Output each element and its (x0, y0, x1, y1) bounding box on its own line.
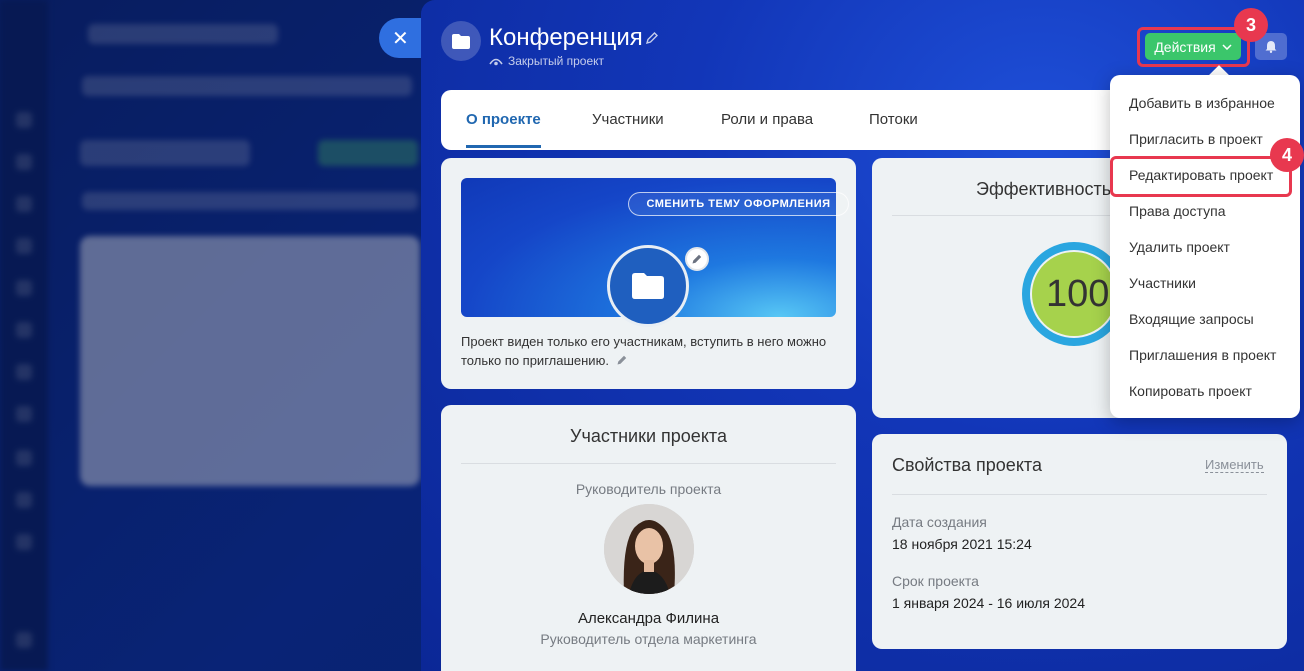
about-card: СМЕНИТЬ ТЕМУ ОФОРМЛЕНИЯ Проект виден тол… (441, 158, 856, 389)
project-cover: СМЕНИТЬ ТЕМУ ОФОРМЛЕНИЯ (461, 178, 849, 327)
menu-item-delete-project[interactable]: Удалить проект (1129, 239, 1230, 255)
divider (892, 494, 1267, 495)
project-term-value: 1 января 2024 - 16 июля 2024 (892, 595, 1085, 611)
members-title: Участники проекта (570, 426, 727, 446)
efficiency-title: Эффективность (976, 179, 1112, 199)
privacy-description: Проект виден только его участникам, всту… (461, 332, 841, 370)
close-slider-button[interactable]: ✕ (379, 18, 427, 58)
project-type: Закрытый проект (489, 54, 604, 68)
menu-item-invitations[interactable]: Приглашения в проект (1129, 347, 1276, 363)
edit-project-highlight-frame (1110, 156, 1292, 197)
menu-item-members[interactable]: Участники (1129, 275, 1196, 291)
step-badge-3: 3 (1234, 8, 1268, 42)
tab-roles[interactable]: Роли и права (721, 90, 813, 150)
pencil-icon[interactable] (616, 354, 628, 366)
owner-avatar[interactable] (604, 504, 694, 594)
efficiency-gauge-inner: 100% (1030, 250, 1118, 338)
actions-button[interactable]: Действия (1145, 33, 1241, 60)
person-photo-graphic (604, 504, 694, 594)
menu-item-add-favorite[interactable]: Добавить в избранное (1129, 95, 1275, 111)
project-tabs: О проекте Участники Роли и права Потоки (441, 90, 1141, 150)
members-card: Участники проекта Руководитель проекта А… (441, 405, 856, 671)
project-term-label: Срок проекта (892, 573, 979, 589)
menu-item-access-rights[interactable]: Права доступа (1129, 203, 1225, 219)
divider (461, 463, 836, 464)
efficiency-value: 100% (1032, 252, 1116, 336)
bell-icon (1265, 41, 1277, 53)
eye-icon (489, 58, 503, 65)
step-badge-4: 4 (1270, 138, 1304, 172)
owner-position: Руководитель отдела маркетинга (540, 631, 757, 647)
menu-item-incoming-requests[interactable]: Входящие запросы (1129, 311, 1254, 327)
project-avatar (441, 21, 481, 61)
project-title: Конференция (489, 24, 643, 51)
pencil-icon[interactable] (645, 31, 659, 45)
actions-dropdown-menu: Добавить в избранное Пригласить в проект… (1110, 75, 1300, 418)
tab-members[interactable]: Участники (592, 90, 664, 150)
menu-item-copy-project[interactable]: Копировать проект (1129, 383, 1252, 399)
chevron-down-icon (1222, 43, 1232, 50)
properties-card: Свойства проекта Изменить Дата создания … (872, 434, 1287, 649)
privacy-description-text: Проект виден только его участникам, всту… (461, 334, 827, 368)
actions-button-label: Действия (1154, 38, 1216, 55)
tab-streams[interactable]: Потоки (869, 90, 918, 150)
pencil-icon (692, 254, 702, 264)
project-image (607, 245, 689, 327)
folder-icon (632, 273, 664, 299)
change-theme-button[interactable]: СМЕНИТЬ ТЕМУ ОФОРМЛЕНИЯ (628, 192, 849, 216)
menu-item-invite[interactable]: Пригласить в проект (1129, 131, 1263, 147)
created-date-value: 18 ноября 2021 15:24 (892, 536, 1032, 552)
tab-about[interactable]: О проекте (466, 90, 541, 148)
folder-icon (452, 33, 470, 49)
edit-image-button[interactable] (685, 247, 709, 271)
owner-role-label: Руководитель проекта (575, 481, 722, 497)
owner-name[interactable]: Александра Филина (441, 610, 856, 627)
edit-properties-link[interactable]: Изменить (1205, 457, 1264, 473)
project-type-label: Закрытый проект (508, 54, 605, 68)
properties-title: Свойства проекта (892, 455, 1042, 475)
close-icon: ✕ (392, 27, 409, 50)
created-date-label: Дата создания (892, 514, 987, 530)
